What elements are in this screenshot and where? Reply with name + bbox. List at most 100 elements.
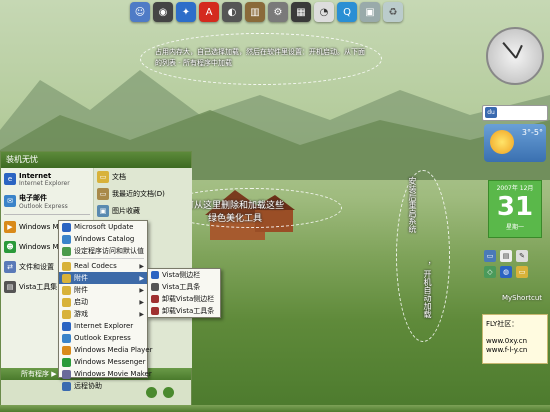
- menu-item-remote[interactable]: 远程协助: [59, 380, 147, 392]
- clock-icon[interactable]: ◔: [314, 2, 334, 22]
- menu-item-games[interactable]: 游戏 ▶: [59, 308, 147, 320]
- menu-item-outlook[interactable]: Outlook Express: [59, 332, 147, 344]
- menu-item-startup[interactable]: 启动 ▶: [59, 296, 147, 308]
- search-icon: du: [485, 107, 497, 118]
- right-item-docs[interactable]: ▭ 文档: [94, 168, 192, 185]
- network-icon: ◇: [484, 266, 496, 278]
- book-icon[interactable]: ▥: [245, 2, 265, 22]
- start-menu-title: 装机无忧: [1, 152, 191, 168]
- safari-icon[interactable]: ✦: [176, 2, 196, 22]
- finder-icon[interactable]: ☺: [130, 2, 150, 22]
- submenu-item-toolbar[interactable]: Vista工具条: [148, 281, 220, 293]
- sun-icon: [490, 130, 514, 154]
- quicktime-q-icon[interactable]: Q: [337, 2, 357, 22]
- arrow-right-icon: ▶: [139, 274, 144, 282]
- globe-icon: ◍: [500, 266, 512, 278]
- update-icon: [62, 222, 71, 232]
- programs-menu: Microsoft Update Windows Catalog 设定程序访问和…: [58, 220, 153, 391]
- pinned-email[interactable]: ✉ 电子邮件 Outlook Express: [1, 190, 93, 212]
- submenu-item-uninstall-toolbar[interactable]: 卸载Vista工具条: [148, 305, 220, 317]
- dashboard-icon[interactable]: ◉: [153, 2, 173, 22]
- note-line1: www.0xy.cn: [486, 337, 528, 345]
- right-item-pictures[interactable]: ▣ 图片收藏: [94, 202, 192, 219]
- recent-docs-icon: ▭: [97, 187, 109, 200]
- annotation-middle-line1: 可从这里删除和加载这些: [185, 201, 285, 211]
- notepad-icon: ✎: [516, 250, 528, 262]
- movie-icon: [62, 369, 71, 379]
- submenu-item-uninstall-sidebar[interactable]: 卸载Vista侧边栏: [148, 293, 220, 305]
- system-prefs-icon[interactable]: ⚙: [268, 2, 288, 22]
- menu-item-messenger[interactable]: Windows Messenger: [59, 356, 147, 368]
- menu-item-label: 启动: [74, 298, 88, 306]
- annotation-vertical-b: ，开机自动加载: [423, 262, 432, 318]
- shortcut-label: MyShortcut: [502, 294, 542, 302]
- quicktime-icon[interactable]: ◐: [222, 2, 242, 22]
- pinned-email-title: 电子邮件: [19, 193, 47, 202]
- left-item-label: Vista工具集: [19, 283, 58, 291]
- pinned-internet[interactable]: e Internet Internet Explorer: [1, 168, 93, 190]
- arrow-right-icon: ▶: [139, 298, 144, 306]
- pictures-icon: ▣: [97, 204, 109, 217]
- menu-item-wmp[interactable]: Windows Media Player: [59, 344, 153, 356]
- logoff-icon[interactable]: [146, 387, 157, 398]
- sidebar-gadgets: du 3°-5° 2007年 12月 31 星期一 ▭ ▤ ✎ ◇ ◍ ▭ My…: [478, 0, 550, 412]
- menu-item-label: Windows Media Player: [74, 346, 153, 354]
- trash-icon[interactable]: ♻: [383, 2, 403, 22]
- folder-icon: [62, 285, 71, 295]
- menu-item-accessories[interactable]: 附件 ▶: [59, 284, 147, 296]
- menu-item-label: Windows Messenger: [74, 358, 146, 366]
- menu-item-label: Internet Explorer: [74, 322, 134, 330]
- right-item-recent[interactable]: ▭ 我最近的文档(D): [94, 185, 192, 202]
- menu-item-label: 远程协助: [74, 382, 102, 390]
- calendar-header: 2007年 12月: [496, 185, 534, 192]
- menu-item-ie[interactable]: Internet Explorer: [59, 320, 147, 332]
- menu-item-label: 游戏: [74, 310, 88, 318]
- menu-item-label: Outlook Express: [74, 334, 131, 342]
- menu-item-catalog[interactable]: Windows Catalog: [59, 233, 147, 245]
- annotation-vertical-a: 安装后重启系统: [408, 177, 417, 233]
- search-gadget[interactable]: du: [482, 105, 548, 121]
- calendar-week: 星期一: [505, 224, 524, 231]
- submenu-item-label: Vista工具条: [162, 283, 201, 291]
- mail-icon: ✉: [4, 195, 16, 207]
- arrow-right-icon: ▶: [139, 262, 144, 270]
- left-item-label: 文件和设置: [19, 263, 54, 271]
- menu-item-label: Windows Movie Maker: [74, 370, 152, 378]
- menu-item-real-codecs[interactable]: Real Codecs ▶: [59, 260, 147, 272]
- folder-icon: [62, 273, 71, 283]
- remote-icon: [62, 381, 71, 391]
- submenu-item-label: Vista侧边栏: [162, 271, 201, 279]
- right-item-label: 我最近的文档(D): [112, 189, 165, 198]
- menu-item-label: 附件: [74, 286, 88, 294]
- pinned-internet-sub: Internet Explorer: [19, 179, 70, 187]
- right-item-label: 图片收藏: [112, 206, 140, 215]
- menu-item-movie-maker[interactable]: Windows Movie Maker: [59, 368, 152, 380]
- left-item-label: Windows Me: [19, 243, 63, 251]
- calendar-gadget: 2007年 12月 31 星期一: [488, 180, 542, 238]
- preview-icon[interactable]: ▣: [360, 2, 380, 22]
- arrow-right-icon: ▶: [139, 286, 144, 294]
- folder-icon: [62, 309, 71, 319]
- submenu-item-sidebar[interactable]: Vista侧边栏: [148, 269, 220, 281]
- pinned-internet-title: Internet: [19, 171, 52, 180]
- defaults-icon: [62, 246, 71, 256]
- sidebar-icon: [151, 271, 159, 279]
- pdf-icon[interactable]: A: [199, 2, 219, 22]
- media-player-icon: [62, 345, 71, 355]
- note-gadget: FLY社区： www.0xy.cn www.f-l-y.cn: [482, 314, 548, 364]
- menu-item-defaults[interactable]: 设定程序访问和默认值: [59, 245, 147, 257]
- menu-item-accessories-highlighted[interactable]: 附件 ▶: [59, 272, 147, 284]
- shortcut-gadget[interactable]: ▭ ▤ ✎ ◇ ◍ ▭ MyShortcut: [478, 250, 550, 302]
- menu-item-update[interactable]: Microsoft Update: [59, 221, 147, 233]
- folder-icon: [62, 261, 71, 271]
- calendar-day: 31: [496, 192, 534, 222]
- uninstall-icon: [151, 295, 159, 303]
- annotation-middle-line2: 绿色美化工具: [208, 214, 263, 224]
- calculator-icon[interactable]: ▦: [291, 2, 311, 22]
- mail-icon: [62, 333, 71, 343]
- submenu-item-label: 卸载Vista侧边栏: [162, 295, 215, 303]
- menu-item-label: Microsoft Update: [74, 223, 134, 231]
- menu-item-label: Real Codecs: [74, 262, 117, 270]
- shutdown-icon[interactable]: [163, 387, 174, 398]
- messenger-icon: [62, 357, 71, 367]
